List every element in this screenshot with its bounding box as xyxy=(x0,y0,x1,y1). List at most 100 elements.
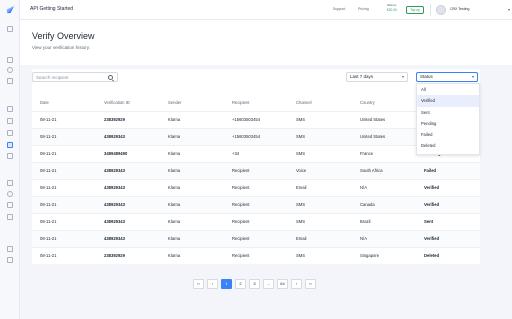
status-option-all[interactable]: All xyxy=(417,84,479,95)
cell-verification-id: 238392929 xyxy=(96,110,160,128)
account-icon[interactable] xyxy=(7,202,13,208)
cell-country: N/A xyxy=(352,178,416,196)
search-input[interactable] xyxy=(36,74,104,81)
table-row[interactable]: 08-11-21 438929343 Klarna +15603503454 SMS Un… xyxy=(32,127,480,145)
table-row[interactable]: 08-11-21 438929343 Klarna Recipient Voice Sou… xyxy=(32,161,480,179)
cell-sender: Klarna xyxy=(160,195,224,213)
cell-recipient: +15603503454 xyxy=(224,127,288,145)
column-header-verification-id[interactable]: Verification ID xyxy=(96,94,160,111)
last-page-button[interactable]: ›› xyxy=(305,279,316,289)
users-icon[interactable] xyxy=(7,67,13,73)
cell-date: 08-11-21 xyxy=(32,178,96,196)
chevron-down-icon: ▾ xyxy=(471,74,474,79)
cell-verification-id: 438929343 xyxy=(96,229,160,247)
top-up-button[interactable]: Top up xyxy=(406,6,424,14)
cell-recipient: Recipient xyxy=(224,161,288,179)
first-page-button[interactable]: ‹‹ xyxy=(193,279,204,289)
cell-sender: Klarna xyxy=(160,144,224,162)
table-row[interactable]: 08-11-21 238392929 Klarna +15603503454 SMS Un… xyxy=(32,110,480,128)
verify-icon[interactable] xyxy=(7,142,13,148)
cell-sender: Klarna xyxy=(160,178,224,196)
numbers-icon[interactable] xyxy=(7,78,13,84)
cell-date: 08-11-21 xyxy=(32,212,96,230)
cell-sender: Klarna xyxy=(160,212,224,230)
collapse-icon[interactable] xyxy=(7,257,13,263)
status-option-sent[interactable]: Sent xyxy=(417,107,479,118)
cell-verification-id: 238392929 xyxy=(96,246,160,264)
cell-country: Brazil xyxy=(352,212,416,230)
table-row[interactable]: 08-11-213489489490Klarna+34SMSFrancePend… xyxy=(32,144,480,162)
table-header-row: Date Verification ID Sender Recipient Ch… xyxy=(32,94,480,111)
status-select[interactable]: Status ▾ xyxy=(416,72,478,82)
page-title: Verify Overview xyxy=(32,31,95,41)
lock-icon[interactable] xyxy=(7,106,13,112)
cell-recipient: Recipient xyxy=(224,212,288,230)
cell-recipient: +34 xyxy=(224,144,288,162)
page-button-3[interactable]: 3 xyxy=(249,279,260,289)
help-icon[interactable] xyxy=(7,191,13,197)
cell-date: 08-11-21 xyxy=(32,195,96,213)
prev-page-button[interactable]: ‹ xyxy=(207,279,218,289)
docs-icon[interactable] xyxy=(7,246,13,252)
alert-icon[interactable] xyxy=(7,180,13,186)
avatar[interactable] xyxy=(436,5,446,15)
cell-channel: SMS xyxy=(288,195,352,213)
column-header-country[interactable]: Country xyxy=(352,94,416,111)
cell-verification-id: 438929343 xyxy=(96,212,160,230)
cell-date: 08-11-21 xyxy=(32,246,96,264)
analytics-icon[interactable] xyxy=(7,57,13,63)
chat-icon[interactable] xyxy=(7,153,13,159)
cell-date: 08-11-21 xyxy=(32,127,96,145)
cell-status: Sent xyxy=(416,212,480,230)
verifications-card: Last 7 days ▾ Status ▾ All Verified Sent… xyxy=(32,69,480,264)
cell-date: 08-11-21 xyxy=(32,229,96,247)
table-row[interactable]: 08-11-21 438929343 Klarna Recipient SMS Canad… xyxy=(32,195,480,213)
search-box[interactable] xyxy=(32,72,118,82)
cell-recipient: Recipient xyxy=(224,195,288,213)
status-option-verified[interactable]: Verified xyxy=(417,95,479,107)
tools-icon[interactable] xyxy=(7,214,13,220)
table-row[interactable]: 08-11-21 438929343 Klarna Recipient SMS Brazi… xyxy=(32,212,480,230)
cell-channel: SMS xyxy=(288,127,352,145)
verifications-table: Date Verification ID Sender Recipient Ch… xyxy=(32,94,480,264)
column-header-channel[interactable]: Channel xyxy=(288,94,352,111)
chevron-down-icon: ▾ xyxy=(401,74,404,79)
home-icon[interactable] xyxy=(7,26,13,32)
cell-channel: Voice xyxy=(288,161,352,179)
chevron-down-icon[interactable]: ▾ xyxy=(508,7,510,12)
nav-link-pricing[interactable]: Pricing xyxy=(358,7,369,11)
search-icon[interactable] xyxy=(108,75,113,80)
send-icon[interactable] xyxy=(7,118,13,124)
cell-status: Failed xyxy=(416,161,480,179)
pagination: ‹‹ ‹ 1 2 3... 64 › ›› xyxy=(193,279,316,289)
page-button-2[interactable]: 2 xyxy=(235,279,246,289)
message-icon[interactable] xyxy=(7,130,13,136)
table-row[interactable]: 08-11-21 438929343 Klarna Recipient Email N/A… xyxy=(32,178,480,196)
page-button-1[interactable]: 1 xyxy=(221,279,232,289)
column-header-date[interactable]: Date xyxy=(32,94,96,111)
cell-verification-id: 438929343 xyxy=(96,178,160,196)
sidebar xyxy=(0,0,20,319)
cell-channel: SMS xyxy=(288,144,352,162)
user-name[interactable]: CRX Testing xyxy=(450,7,469,11)
top-bar: API Getting Started Support Pricing Bala… xyxy=(20,0,512,20)
cell-verification-id: 438929343 xyxy=(96,195,160,213)
column-header-recipient[interactable]: Recipient xyxy=(224,94,288,111)
page-button-64[interactable]: 64 xyxy=(277,279,288,289)
status-option-pending[interactable]: Pending xyxy=(417,118,479,129)
table-row[interactable]: 08-11-21 438929343 Klarna Recipient Email N/A… xyxy=(32,229,480,247)
cell-country: South Africa xyxy=(352,161,416,179)
app-title: API Getting Started xyxy=(30,6,74,12)
cell-status: Verified xyxy=(416,178,480,196)
cell-date: 08-11-21 xyxy=(32,110,96,128)
next-page-button[interactable]: › xyxy=(291,279,302,289)
status-option-failed[interactable]: Failed xyxy=(417,129,479,140)
table-row[interactable]: 08-11-21 238392929 Klarna Recipient SMS Singa… xyxy=(32,246,480,264)
nav-link-support[interactable]: Support xyxy=(333,7,345,11)
date-range-select[interactable]: Last 7 days ▾ xyxy=(346,72,408,82)
cell-sender: Klarna xyxy=(160,229,224,247)
status-option-deleted[interactable]: Deleted xyxy=(417,140,479,151)
balance-value: €20.00 xyxy=(387,8,397,12)
cell-channel: SMS xyxy=(288,246,352,264)
column-header-sender[interactable]: Sender xyxy=(160,94,224,111)
